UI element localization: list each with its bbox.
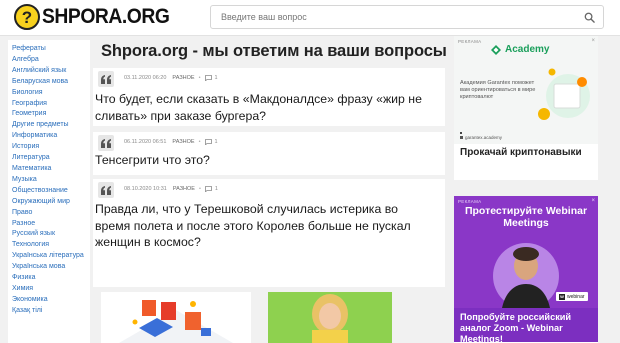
sidebar-item-algebra[interactable]: Алгебра xyxy=(8,55,90,66)
ad-headline[interactable]: Прокачай криптонавыки xyxy=(454,146,598,159)
sidebar-item-literature[interactable]: Литература xyxy=(8,153,90,164)
category-sidebar: Рефераты Алгебра Английский язык Беларус… xyxy=(8,40,90,343)
sidebar-item-other-subjects[interactable]: Другие предметы xyxy=(8,120,90,131)
comment-icon xyxy=(205,186,212,192)
academy-logo-icon xyxy=(491,44,501,55)
sidebar-item-russian[interactable]: Русский язык xyxy=(8,229,90,240)
main-content: Shpora.org - мы ответим на ваши вопросы … xyxy=(93,36,447,343)
question-date: 03.11.2020 06:20 xyxy=(124,75,167,81)
ad-body-text[interactable]: Попробуйте российский аналог Zoom - Webi… xyxy=(460,312,594,343)
sidebar-item-biology[interactable]: Биология xyxy=(8,88,90,99)
ad-subtitle: Академия Garantex поможет вам ориентиров… xyxy=(460,80,536,100)
caption-square-icon xyxy=(460,136,463,139)
logo-text: SHPORA.ORG xyxy=(42,5,170,28)
sidebar-item-geography[interactable]: География xyxy=(8,99,90,110)
sidebar-item-kazakh[interactable]: Қазақ тiлi xyxy=(8,306,90,317)
ad-brand: Academy xyxy=(491,44,549,55)
sidebar-item-law[interactable]: Право xyxy=(8,208,90,219)
sidebar-item-ukrainian-literature[interactable]: Українська література xyxy=(8,251,90,262)
logo-question-icon: ? xyxy=(14,4,40,30)
question-title[interactable]: Правда ли, что у Терешковой случилась ис… xyxy=(95,201,435,251)
sidebar-item-ukrainian[interactable]: Українська мова xyxy=(8,262,90,273)
sidebar-item-english[interactable]: Английский язык xyxy=(8,66,90,77)
webinar-logo-icon: W xyxy=(559,293,565,300)
separator-dot: • xyxy=(198,139,201,145)
sidebar-item-misc[interactable]: Разное xyxy=(8,219,90,230)
question-card: 08.10.2020 10:31 РАЗНОЕ • 1 Правда ли, ч… xyxy=(93,179,445,287)
sidebar-item-geometry[interactable]: Геометрия xyxy=(8,109,90,120)
question-date: 08.10.2020 10:31 xyxy=(124,186,167,192)
ad-caption: garantex.academy xyxy=(460,135,502,140)
ad-brand-name: Academy xyxy=(505,44,550,55)
sidebar-item-belarusian[interactable]: Беларуская мова xyxy=(8,77,90,88)
close-icon[interactable]: × xyxy=(591,198,595,204)
quote-icon xyxy=(98,182,114,198)
page-scrollbar[interactable] xyxy=(612,36,620,343)
site-logo[interactable]: ? SHPORA.ORG xyxy=(14,4,181,30)
close-icon[interactable]: × xyxy=(591,38,595,44)
comment-count[interactable]: 1 xyxy=(204,75,218,81)
ad-headline: Протестируйте Webinar Meetings xyxy=(464,205,588,229)
sidebar-item-music[interactable]: Музыка xyxy=(8,175,90,186)
separator-dot: • xyxy=(198,75,201,81)
site-header: ? SHPORA.ORG xyxy=(0,0,620,36)
comment-count-value: 1 xyxy=(214,186,218,192)
sidebar-item-history[interactable]: История xyxy=(8,142,90,153)
question-category[interactable]: РАЗНОЕ xyxy=(172,75,194,81)
sidebar-item-physics[interactable]: Физика xyxy=(8,273,90,284)
page-title: Shpora.org - мы ответим на ваши вопросы xyxy=(101,42,447,60)
ad-banner-webinar[interactable]: РЕКЛАМА × Протестируйте Webinar Meetings… xyxy=(454,196,598,343)
quote-icon xyxy=(98,135,114,151)
ad-webinar-badge: W webinar xyxy=(556,292,588,301)
question-card: 03.11.2020 06:20 РАЗНОЕ • 1 Что будет, е… xyxy=(93,68,445,126)
search-input[interactable] xyxy=(211,6,571,28)
question-meta: 06.11.2020 06:51 РАЗНОЕ • 1 xyxy=(124,139,218,145)
separator-dot: • xyxy=(198,186,201,192)
comment-icon xyxy=(204,139,212,145)
comment-count[interactable]: 1 xyxy=(204,139,218,145)
sidebar-item-math[interactable]: Математика xyxy=(8,164,90,175)
search-box xyxy=(210,5,604,29)
question-meta: 08.10.2020 10:31 РАЗНОЕ • 1 xyxy=(124,186,218,192)
question-category[interactable]: РАЗНОЕ xyxy=(172,139,194,145)
sidebar-item-economics[interactable]: Экономика xyxy=(8,295,90,306)
ad-label: РЕКЛАМА xyxy=(458,39,482,44)
comment-count-value: 1 xyxy=(214,75,218,81)
comment-icon xyxy=(204,75,212,81)
question-meta: 03.11.2020 06:20 РАЗНОЕ • 1 xyxy=(124,75,218,81)
ad-body-panel: Попробуйте российский аналог Zoom - Webi… xyxy=(454,308,598,343)
question-title[interactable]: Что будет, если сказать в «Макдоналдсе» … xyxy=(95,91,435,124)
question-card: 06.11.2020 06:51 РАЗНОЕ • 1 Тенсегрити ч… xyxy=(93,132,445,175)
ad-thumbnail-photo[interactable] xyxy=(268,292,392,343)
ad-thumbnail-image[interactable] xyxy=(101,292,251,343)
ad-badge-text: webinar xyxy=(567,293,585,300)
ad-caption-text: garantex.academy xyxy=(465,135,503,140)
question-title[interactable]: Тенсегрити что это? xyxy=(95,152,435,169)
comment-count[interactable]: 1 xyxy=(205,186,218,192)
sidebar-item-social-studies[interactable]: Обществознание xyxy=(8,186,90,197)
ad-banner-academy[interactable]: РЕКЛАМА × Academy Академия Garantex помо… xyxy=(454,36,598,180)
search-icon[interactable] xyxy=(584,12,595,23)
comment-count-value: 1 xyxy=(214,139,218,145)
sidebar-item-world-around[interactable]: Окружающий мир xyxy=(8,197,90,208)
ad-label: РЕКЛАМА xyxy=(458,199,482,204)
sidebar-item-informatics[interactable]: Информатика xyxy=(8,131,90,142)
sidebar-item-technology[interactable]: Технология xyxy=(8,240,90,251)
sidebar-item-chemistry[interactable]: Химия xyxy=(8,284,90,295)
question-category[interactable]: РАЗНОЕ xyxy=(173,186,195,192)
question-date: 06.11.2020 06:51 xyxy=(124,139,167,145)
sidebar-item-referaty[interactable]: Рефераты xyxy=(8,44,90,55)
quote-icon xyxy=(98,71,114,87)
